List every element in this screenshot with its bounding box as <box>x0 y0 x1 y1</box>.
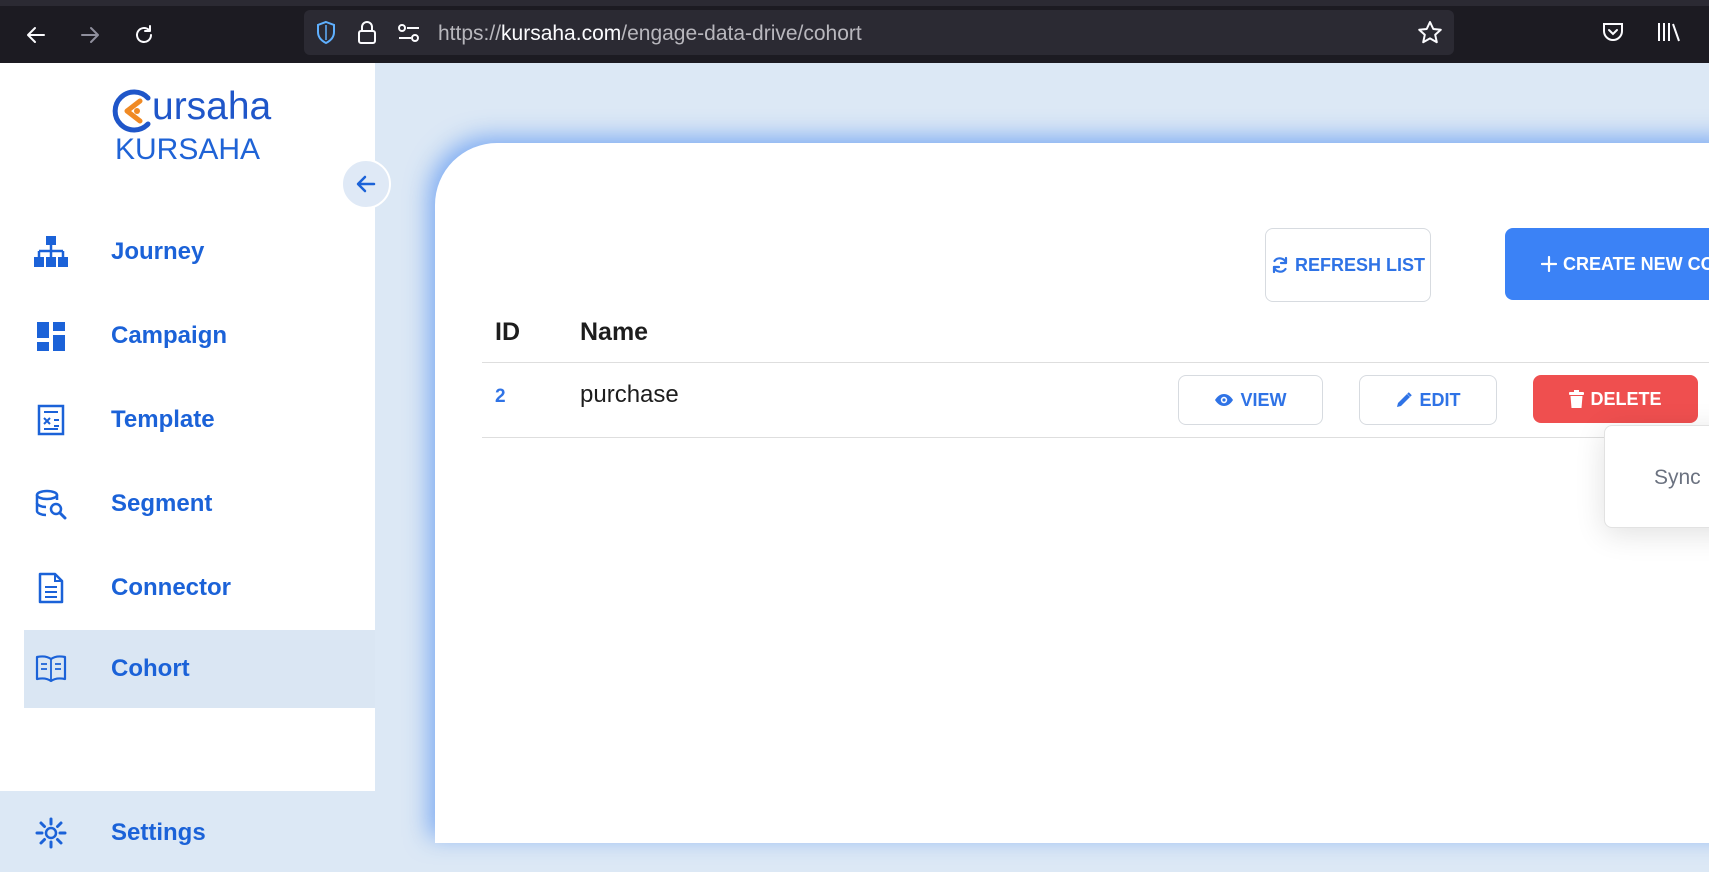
book-icon <box>34 652 68 686</box>
logo-wordmark: ursaha <box>152 85 272 128</box>
column-header-id: ID <box>495 318 520 346</box>
shield-icon[interactable] <box>314 20 338 51</box>
arrow-left-icon <box>356 175 376 193</box>
database-search-icon <box>34 487 68 521</box>
reload-icon[interactable] <box>127 18 161 52</box>
url-text: https://kursaha.com/engage-data-drive/co… <box>438 22 862 46</box>
refresh-list-label: REFRESH LIST <box>1294 254 1425 275</box>
sidebar-item-connector[interactable]: Connector <box>24 549 375 627</box>
sidebar-item-label: Template <box>111 406 215 433</box>
refresh-icon <box>1272 256 1288 274</box>
header-divider <box>482 362 1709 363</box>
create-new-label: CREATE NEW CO <box>1563 253 1709 274</box>
view-button[interactable]: VIEW <box>1178 375 1323 425</box>
sidebar-item-settings[interactable]: Settings <box>24 794 375 872</box>
edit-button[interactable]: EDIT <box>1359 375 1497 425</box>
address-bar[interactable]: https://kursaha.com/engage-data-drive/co… <box>304 10 1454 55</box>
eye-icon <box>1215 394 1234 406</box>
sidebar-item-segment[interactable]: Segment <box>24 465 375 543</box>
create-new-cohort-button[interactable]: CREATE NEW CO <box>1505 228 1709 300</box>
sidebar-item-campaign[interactable]: Campaign <box>24 297 375 375</box>
delete-button[interactable]: DELETE <box>1533 375 1698 423</box>
logo-subtitle: KURSAHA <box>115 133 261 166</box>
sidebar-item-template[interactable]: Template <box>24 381 375 459</box>
row-menu-popover: Sync <box>1604 425 1709 528</box>
column-header-name: Name <box>580 318 649 346</box>
view-label: VIEW <box>1240 389 1287 410</box>
pocket-icon[interactable] <box>1601 20 1625 49</box>
bookmark-star-icon[interactable] <box>1417 20 1443 51</box>
sidebar: ursaha KURSAHA Journey Campaign Template… <box>0 63 375 849</box>
row-name: purchase <box>580 381 679 408</box>
logo-mark-icon <box>112 89 151 133</box>
dashboard-icon <box>34 319 68 353</box>
sidebar-item-label: Cohort <box>111 655 190 682</box>
sidebar-item-label: Campaign <box>111 322 228 349</box>
gear-icon <box>34 816 68 850</box>
back-icon[interactable] <box>19 18 53 52</box>
document-icon <box>34 571 68 605</box>
sidebar-collapse-button[interactable] <box>341 159 391 209</box>
sidebar-item-cohort[interactable]: Cohort <box>24 630 375 708</box>
url-path: /engage-data-drive/cohort <box>621 22 862 45</box>
lock-icon[interactable] <box>356 20 378 51</box>
template-icon <box>34 403 68 437</box>
pencil-icon <box>1397 392 1413 407</box>
edit-label: EDIT <box>1419 389 1461 410</box>
row-divider <box>482 437 1709 438</box>
plus-icon <box>1541 256 1557 272</box>
url-prefix: https:// <box>438 22 502 45</box>
delete-label: DELETE <box>1590 388 1662 409</box>
row-id: 2 <box>495 386 506 407</box>
sidebar-item-label: Connector <box>111 574 231 601</box>
url-host: kursaha.com <box>501 22 622 45</box>
library-icon[interactable] <box>1656 20 1682 49</box>
forward-icon[interactable] <box>73 18 107 52</box>
sitemap-icon <box>34 235 68 269</box>
sidebar-item-label: Settings <box>111 819 206 846</box>
permissions-icon[interactable] <box>396 22 422 49</box>
refresh-list-button[interactable]: REFRESH LIST <box>1265 228 1431 302</box>
sidebar-item-journey[interactable]: Journey <box>24 213 375 291</box>
browser-toolbar: https://kursaha.com/engage-data-drive/co… <box>0 0 1709 63</box>
trash-icon <box>1569 390 1585 408</box>
sync-menu-item[interactable]: Sync <box>1654 466 1701 490</box>
sidebar-item-label: Segment <box>111 490 213 517</box>
sidebar-item-label: Journey <box>111 238 205 265</box>
tab-strip <box>0 0 1709 6</box>
